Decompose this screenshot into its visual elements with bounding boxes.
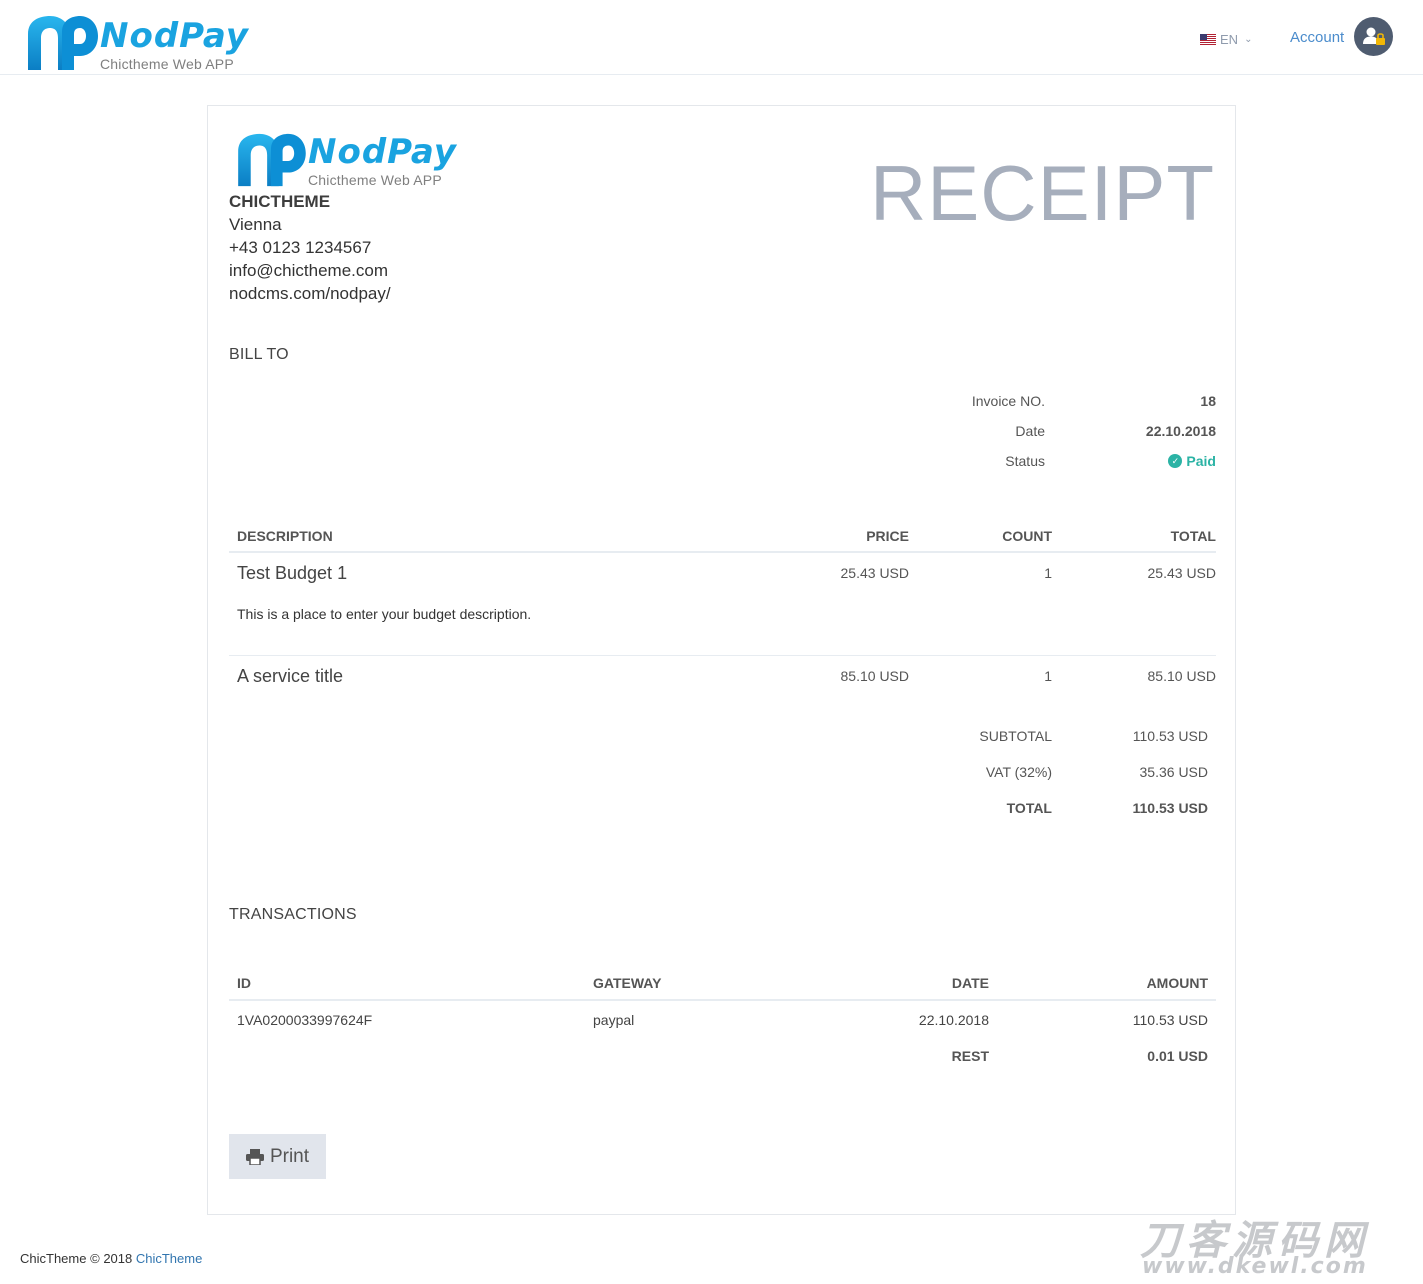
- total-value: 110.53 USD: [1132, 800, 1209, 816]
- invoice-status-label: Status: [1005, 453, 1045, 469]
- footer-brand: ChicTheme: [20, 1251, 87, 1266]
- bill-to-heading: BILL TO: [229, 346, 289, 363]
- item-total: 25.43 USD: [1147, 565, 1216, 581]
- status-badge: ✓ Paid: [1045, 453, 1216, 469]
- item-price: 25.43 USD: [840, 565, 909, 581]
- company-website: nodcms.com/nodpay/: [229, 284, 391, 303]
- subtotal-label: SUBTOTAL: [979, 728, 1052, 744]
- language-code: EN: [1220, 31, 1239, 47]
- invoice-number-value: 18: [1200, 393, 1216, 409]
- item-price: 85.10 USD: [840, 668, 909, 684]
- totals-block: SUBTOTAL 110.53 USD VAT (32%) 35.36 USD …: [908, 718, 1208, 826]
- subtotal-row: SUBTOTAL 110.53 USD: [908, 718, 1208, 754]
- watermark-url: www.dkewl.com: [1142, 1254, 1368, 1279]
- print-button-label: Print: [269, 1145, 310, 1167]
- receipt-brand-subtitle: Chictheme Web APP: [308, 172, 442, 188]
- brand-logo[interactable]: NodPay Chictheme Web APP: [26, 14, 248, 72]
- footer: ChicTheme © 2018 ChicTheme: [20, 1251, 202, 1266]
- item-title: A service title: [237, 666, 344, 686]
- rest-row: REST 0.01 USD: [229, 1039, 1216, 1073]
- col-header-gateway: GATEWAY: [593, 975, 662, 991]
- account-link[interactable]: Account: [1290, 29, 1344, 46]
- us-flag-icon: [1200, 33, 1216, 45]
- col-header-count: COUNT: [1002, 528, 1052, 544]
- transaction-gateway: paypal: [593, 1012, 635, 1028]
- invoice-number-row: Invoice NO. 18: [908, 386, 1216, 416]
- item-description: This is a place to enter your budget des…: [237, 606, 532, 622]
- col-header-description: DESCRIPTION: [237, 528, 333, 544]
- table-row: A service title 85.10 USD 1 85.10 USD: [229, 656, 1216, 708]
- table-row: 1VA0200033997624F paypal 22.10.2018 110.…: [229, 1001, 1216, 1039]
- user-avatar[interactable]: [1354, 17, 1393, 56]
- invoice-date-label: Date: [1015, 423, 1045, 439]
- vat-label: VAT (32%): [985, 764, 1052, 780]
- invoice-status-row: Status ✓ Paid: [908, 446, 1216, 476]
- footer-year: 2018: [103, 1251, 133, 1266]
- transaction-date: 22.10.2018: [918, 1012, 989, 1028]
- brand-subtitle: Chictheme Web APP: [100, 56, 234, 72]
- copyright-icon: ©: [90, 1251, 100, 1266]
- company-city: Vienna: [229, 215, 282, 234]
- items-table-header: DESCRIPTION PRICE COUNT TOTAL: [229, 521, 1216, 553]
- watermark: 刀客源码网 www.dkewl.com: [1140, 1208, 1415, 1279]
- rest-value: 0.01 USD: [1147, 1048, 1208, 1064]
- col-header-price: PRICE: [866, 528, 909, 544]
- item-title: Test Budget 1: [237, 563, 348, 583]
- receipt-title: RECEIPT: [869, 149, 1215, 237]
- nodpay-logo-mark: [28, 16, 98, 70]
- company-phone: +43 0123 1234567: [229, 238, 372, 257]
- col-header-total: TOTAL: [1170, 528, 1216, 544]
- col-header-date: DATE: [951, 975, 989, 991]
- col-header-id: ID: [237, 975, 251, 991]
- transactions-table: ID GATEWAY DATE AMOUNT 1VA0200033997624F…: [229, 967, 1216, 1073]
- vat-value: 35.36 USD: [1139, 764, 1208, 780]
- total-label: TOTAL: [1006, 800, 1052, 816]
- vat-row: VAT (32%) 35.36 USD: [908, 754, 1208, 790]
- check-circle-icon: ✓: [1168, 454, 1183, 468]
- transaction-amount: 110.53 USD: [1132, 1012, 1208, 1028]
- print-button[interactable]: Print: [229, 1134, 326, 1179]
- item-count: 1: [1044, 668, 1052, 684]
- top-navbar: NodPay Chictheme Web APP EN ⌄ Account: [0, 0, 1423, 75]
- invoice-date-value: 22.10.2018: [1145, 423, 1216, 439]
- printer-icon: [245, 1148, 264, 1165]
- receipt-logo: NodPay Chictheme Web APP: [236, 132, 456, 190]
- invoice-date-row: Date 22.10.2018: [908, 416, 1216, 446]
- nodpay-logo-mark: [238, 133, 306, 187]
- company-info: CHICTHEME Vienna +43 0123 1234567 info@c…: [229, 190, 391, 305]
- col-header-amount: AMOUNT: [1146, 975, 1208, 991]
- company-name: CHICTHEME: [229, 192, 331, 211]
- item-total: 85.10 USD: [1147, 668, 1216, 684]
- brand-name: NodPay: [100, 16, 249, 56]
- total-row: TOTAL 110.53 USD: [908, 790, 1208, 826]
- subtotal-value: 110.53 USD: [1132, 728, 1208, 744]
- company-email: info@chictheme.com: [229, 261, 388, 280]
- footer-link[interactable]: ChicTheme: [136, 1251, 202, 1266]
- transaction-id: 1VA0200033997624F: [237, 1012, 373, 1028]
- status-value: Paid: [1186, 453, 1216, 469]
- receipt-brand-name: NodPay: [308, 132, 457, 172]
- invoice-number-label: Invoice NO.: [971, 393, 1045, 409]
- items-table: DESCRIPTION PRICE COUNT TOTAL Test Budge…: [229, 521, 1216, 708]
- table-row: Test Budget 1 25.43 USD 1 25.43 USD This…: [229, 553, 1216, 656]
- transactions-heading: TRANSACTIONS: [229, 906, 357, 923]
- user-lock-icon: [1363, 27, 1385, 45]
- invoice-meta: Invoice NO. 18 Date 22.10.2018 Status ✓ …: [908, 386, 1216, 476]
- chevron-down-icon: ⌄: [1244, 33, 1253, 45]
- item-count: 1: [1044, 565, 1052, 581]
- language-selector[interactable]: EN ⌄: [1200, 30, 1252, 48]
- receipt-card: NodPay Chictheme Web APP CHICTHEME Vienn…: [207, 105, 1236, 1215]
- rest-label: REST: [951, 1048, 989, 1064]
- transactions-table-header: ID GATEWAY DATE AMOUNT: [229, 967, 1216, 1001]
